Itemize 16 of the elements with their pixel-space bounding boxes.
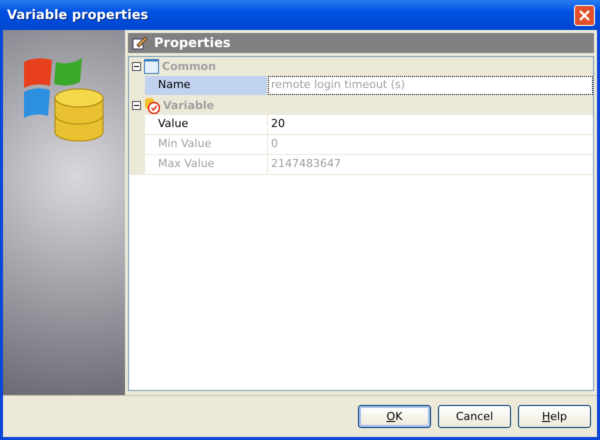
panel-title: Properties <box>154 36 231 50</box>
collapse-toggle-icon[interactable] <box>132 101 141 110</box>
database-check-icon <box>144 98 160 114</box>
property-name[interactable]: Value <box>145 115 268 134</box>
notepad-pencil-icon <box>132 36 148 50</box>
close-button[interactable] <box>574 4 595 26</box>
property-value[interactable]: 20 <box>268 115 593 134</box>
dialog-button[interactable]: OK <box>358 405 431 428</box>
dialog-button[interactable]: Help <box>518 405 591 428</box>
category-label: Common <box>162 60 216 73</box>
window-title: Variable properties <box>7 8 148 22</box>
category-label: Variable <box>163 99 214 112</box>
dialog-button[interactable]: Cancel <box>438 405 511 428</box>
close-icon <box>578 8 591 22</box>
window-icon <box>144 59 159 74</box>
collapse-toggle-icon[interactable] <box>132 62 141 71</box>
